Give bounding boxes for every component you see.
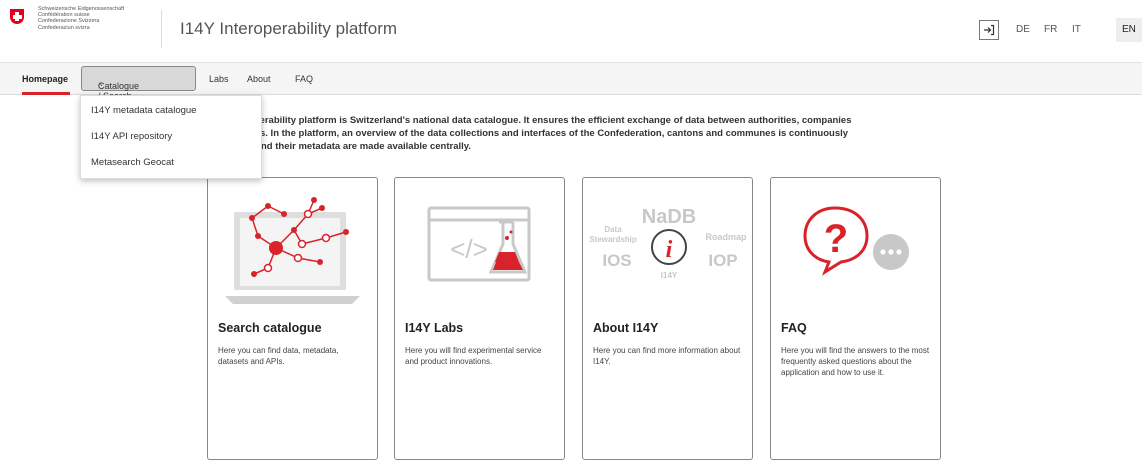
- nav-catalogue-search[interactable]: Catalogue / Search ^: [81, 66, 196, 101]
- card-search-catalogue[interactable]: Search catalogue Here you can find data,…: [207, 177, 378, 460]
- catalogue-dropdown-menu: I14Y metadata catalogue I14Y API reposit…: [80, 95, 262, 179]
- swiss-cross-logo-icon[interactable]: [10, 9, 24, 24]
- card-title: About I14Y: [593, 321, 659, 335]
- lang-de[interactable]: DE: [1016, 24, 1030, 35]
- lang-en[interactable]: EN: [1122, 24, 1136, 35]
- svg-text:NaDB: NaDB: [642, 206, 696, 228]
- card-description: Here you can find more information about…: [593, 346, 741, 366]
- card-title: Search catalogue: [218, 321, 322, 335]
- nav-about[interactable]: About: [247, 74, 271, 84]
- svg-text:Stewardship: Stewardship: [589, 235, 637, 244]
- info-word-cloud-icon: NaDB Data Stewardship Roadmap IOS IOP I1…: [589, 206, 747, 280]
- menu-item-api-repository[interactable]: I14Y API repository: [91, 131, 172, 142]
- svg-text:?: ?: [824, 217, 848, 261]
- card-description: Here you will find the answers to the mo…: [781, 346, 930, 377]
- card-title: FAQ: [781, 321, 807, 335]
- svg-text:IOS: IOS: [602, 251, 631, 270]
- card-title: I14Y Labs: [405, 321, 464, 335]
- card-about[interactable]: NaDB Data Stewardship Roadmap IOS IOP I1…: [582, 177, 753, 460]
- card-description: Here you will find experimental service …: [405, 346, 542, 366]
- site-header: Schweizerische Eidgenossenschaft Confédé…: [0, 0, 1142, 62]
- svg-text:</>: </>: [450, 234, 488, 264]
- svg-text:I14Y: I14Y: [661, 271, 678, 280]
- login-icon: [984, 24, 995, 36]
- code-flask-icon: </>: [427, 206, 531, 282]
- chevron-up-icon: ^: [98, 81, 103, 91]
- confederation-label: Schweizerische Eidgenossenschaft Confédé…: [38, 6, 125, 31]
- card-faq[interactable]: ? FAQ Here you will find the answers to …: [770, 177, 941, 460]
- lang-it[interactable]: IT: [1072, 24, 1081, 35]
- lang-fr[interactable]: FR: [1044, 24, 1057, 35]
- menu-item-metadata-catalogue[interactable]: I14Y metadata catalogue: [91, 105, 196, 116]
- question-bubble-icon: ?: [803, 206, 909, 276]
- nav-faq[interactable]: FAQ: [295, 74, 313, 84]
- card-labs[interactable]: </> I14Y Labs Here you will find experim…: [394, 177, 565, 460]
- intro-text: nteroperability platform is Switzerland'…: [230, 115, 852, 152]
- card-description: Here you can find data, metadata, datase…: [218, 346, 339, 366]
- svg-text:i: i: [666, 237, 673, 263]
- nav-labs[interactable]: Labs: [209, 74, 229, 84]
- nav-homepage[interactable]: Homepage: [22, 74, 68, 84]
- svg-text:Data: Data: [604, 225, 622, 234]
- active-nav-indicator: [22, 92, 70, 95]
- svg-text:IOP: IOP: [708, 251, 737, 270]
- svg-text:Roadmap: Roadmap: [705, 232, 747, 242]
- header-divider: [161, 10, 162, 48]
- app-title[interactable]: I14Y Interoperability platform: [180, 19, 397, 39]
- laptop-network-icon: [225, 197, 360, 304]
- login-button[interactable]: [979, 20, 999, 40]
- menu-item-metasearch-geocat[interactable]: Metasearch Geocat: [91, 157, 174, 168]
